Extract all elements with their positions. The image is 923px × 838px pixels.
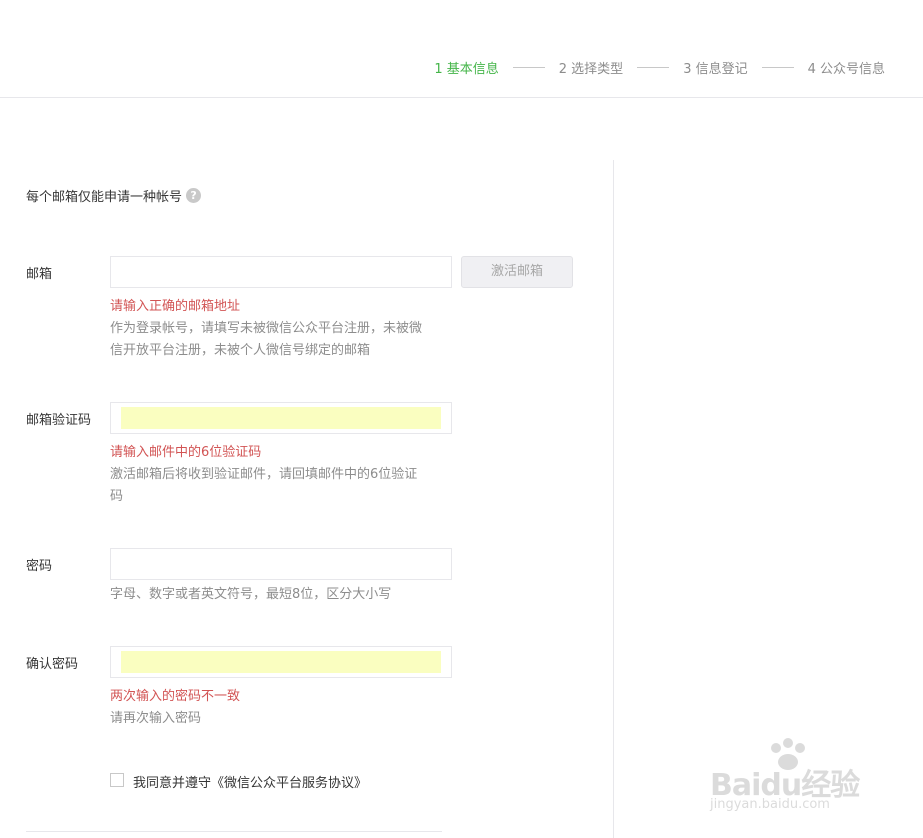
password-input[interactable] <box>110 548 452 580</box>
step-account-info: 4 公众号信息 <box>807 62 885 77</box>
help-icon[interactable]: ? <box>186 188 202 203</box>
email-tip: 作为登录帐号，请填写未被微信公众平台注册，未被微信开放平台注册，未被个人微信号绑… <box>110 321 423 358</box>
confirm-label: 确认密码 <box>26 657 79 672</box>
activate-email-button[interactable]: 激活邮箱 <box>461 256 573 288</box>
email-input[interactable] <box>110 256 452 288</box>
watermark-url: jingyan.baidu.com <box>710 797 830 812</box>
step-connector <box>512 67 545 68</box>
notice: 每个邮箱仅能申请一种帐号 ? <box>26 186 202 205</box>
password-tip: 字母、数字或者英文符号，最短8位，区分大小写 <box>110 587 392 602</box>
autofill-highlight <box>121 407 441 429</box>
notice-text: 每个邮箱仅能申请一种帐号 <box>26 190 183 205</box>
confirm-password-input[interactable] <box>110 646 452 678</box>
confirm-tip: 请再次输入密码 <box>110 711 202 726</box>
step-indicator: 1 基本信息 2 选择类型 3 信息登记 4 公众号信息 <box>434 58 885 77</box>
password-label: 密码 <box>26 559 53 574</box>
code-label: 邮箱验证码 <box>26 413 92 428</box>
step-connector <box>637 67 670 68</box>
code-input[interactable] <box>110 402 452 434</box>
watermark: Baidu经验 jingyan.baidu.com <box>700 738 880 822</box>
step-select-type: 2 选择类型 <box>558 62 624 77</box>
step-info-register: 3 信息登记 <box>683 62 748 77</box>
agree-checkbox[interactable] <box>110 773 124 787</box>
step-basic-info: 1 基本信息 <box>434 62 499 77</box>
code-error: 请输入邮件中的6位验证码 <box>110 445 262 460</box>
header: 1 基本信息 2 选择类型 3 信息登记 4 公众号信息 <box>0 0 923 98</box>
code-tip: 激活邮箱后将收到验证邮件，请回填邮件中的6位验证码 <box>110 467 418 504</box>
horizontal-divider <box>26 831 442 832</box>
agreement-text[interactable]: 我同意并遵守《微信公众平台服务协议》 <box>133 772 367 791</box>
confirm-error: 两次输入的密码不一致 <box>110 689 241 704</box>
autofill-highlight <box>121 651 441 673</box>
vertical-divider <box>613 160 614 838</box>
step-connector <box>761 67 794 68</box>
email-error: 请输入正确的邮箱地址 <box>110 299 241 314</box>
email-label: 邮箱 <box>26 267 53 282</box>
